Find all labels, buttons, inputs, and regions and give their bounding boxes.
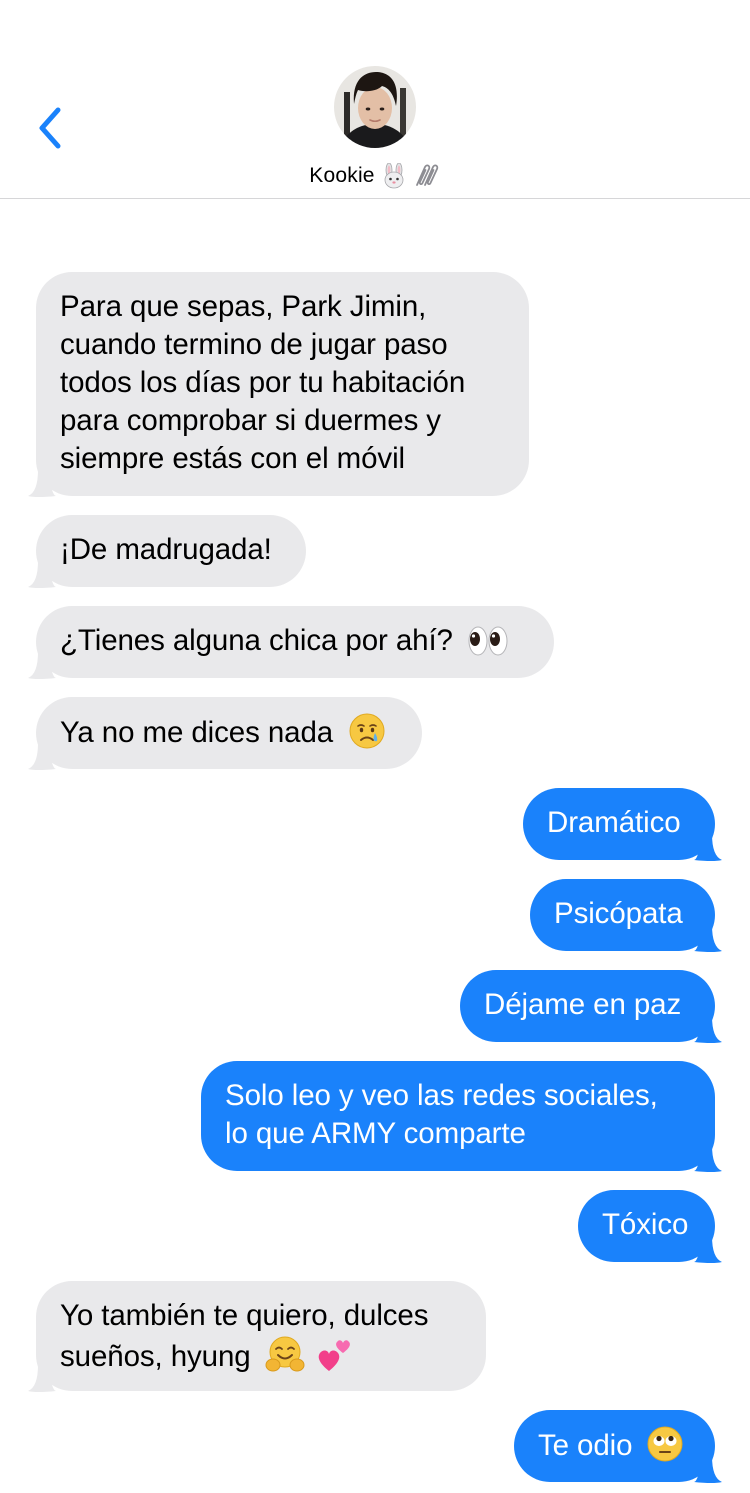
incoming-bubble-tail <box>28 470 56 497</box>
hugging-face-emoji <box>265 1336 305 1372</box>
chevron-left-icon <box>39 107 61 149</box>
message-text-line: siempre estás con el móvil <box>60 442 405 475</box>
message-text-line: cuando termino de jugar paso <box>60 328 448 361</box>
message-text: ¿Tienes alguna chica por ahí? <box>60 624 453 657</box>
incoming-message[interactable]: Ya no me dices nada <box>36 697 422 769</box>
incoming-message[interactable]: Yo también te quiero, dulces sueños, hyu… <box>36 1281 486 1391</box>
message-text-line: Para que sepas, Park Jimin, <box>60 290 427 323</box>
message-text: Déjame en paz <box>484 988 682 1021</box>
message-text-line: sueños, hyung <box>60 1340 251 1373</box>
message-text: Ya no me dices nada <box>60 716 334 749</box>
message-text-line: para comprobar si duermes y <box>60 404 441 437</box>
outgoing-bubble-tail <box>694 925 722 952</box>
contact-photo-image <box>334 66 416 148</box>
outgoing-bubble-tail <box>694 1016 722 1043</box>
back-button[interactable] <box>30 104 70 152</box>
message-list[interactable]: Para que sepas, Park Jimin, cuando termi… <box>0 199 750 1493</box>
incoming-bubble-tail <box>28 743 56 770</box>
rabbit-face-icon <box>381 163 407 189</box>
rolling-eyes-emoji <box>647 1426 683 1462</box>
incoming-message[interactable]: Para que sepas, Park Jimin, cuando termi… <box>36 272 529 496</box>
incoming-message[interactable]: ¿Tienes alguna chica por ahí? <box>36 606 554 678</box>
outgoing-message[interactable]: Solo leo y veo las redes sociales, lo qu… <box>201 1061 715 1171</box>
two-hearts-emoji <box>318 1340 350 1371</box>
crying-face-emoji <box>349 713 385 749</box>
outgoing-message[interactable]: Déjame en paz <box>460 970 715 1042</box>
incoming-bubble-tail <box>28 1365 56 1392</box>
message-text-line: lo que ARMY comparte <box>225 1117 526 1150</box>
contact-name: Kookie <box>309 164 375 187</box>
outgoing-message[interactable]: Te odio <box>514 1410 715 1482</box>
message-text: Te odio <box>538 1429 633 1462</box>
paperclips-icon <box>413 163 441 189</box>
outgoing-bubble-tail <box>694 1456 722 1483</box>
outgoing-message[interactable]: Dramático <box>523 788 715 860</box>
eyes-emoji <box>468 626 508 656</box>
contact-name-row[interactable]: Kookie <box>0 160 750 192</box>
message-text-line: Yo también te quiero, dulces <box>60 1299 429 1332</box>
message-text-line: Solo leo y veo las redes sociales, <box>225 1079 658 1112</box>
message-text-line: ¡De madrugada! <box>60 533 272 566</box>
outgoing-message[interactable]: Psicópata <box>530 879 715 951</box>
message-text: Psicópata <box>554 897 683 930</box>
conversation-header: Kookie <box>0 0 750 199</box>
avatar[interactable] <box>334 66 416 148</box>
outgoing-bubble-tail <box>694 834 722 861</box>
message-text: Tóxico <box>602 1208 689 1241</box>
incoming-message[interactable]: ¡De madrugada! <box>36 515 306 587</box>
message-text: Dramático <box>547 806 681 839</box>
message-text-line: todos los días por tu habitación <box>60 366 466 399</box>
incoming-bubble-tail <box>28 652 56 679</box>
outgoing-bubble-tail <box>694 1145 722 1172</box>
incoming-bubble-tail <box>28 561 56 588</box>
outgoing-bubble-tail <box>694 1236 722 1263</box>
